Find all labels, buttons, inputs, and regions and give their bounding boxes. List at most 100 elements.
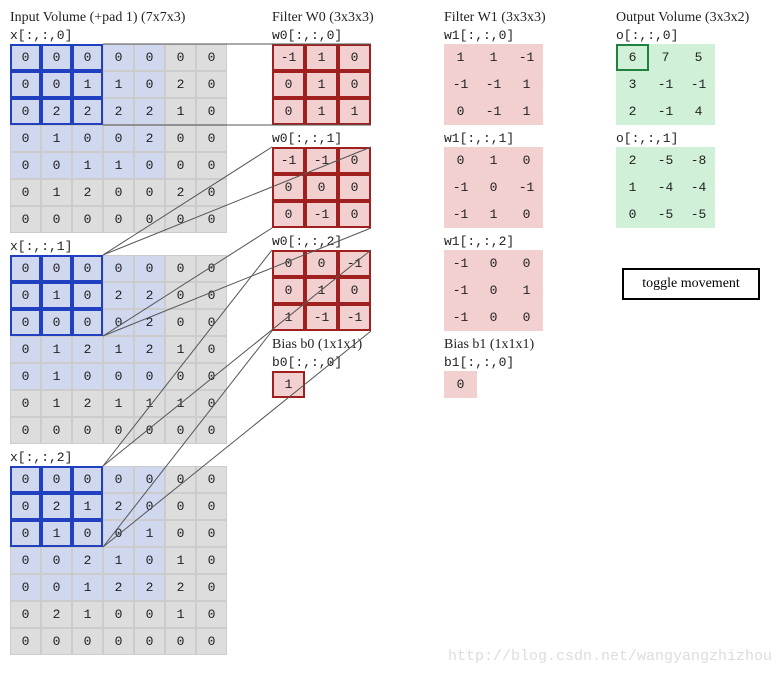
- filter-cell: -1: [649, 71, 682, 98]
- input-cell: 1: [103, 71, 134, 98]
- filter-cell: 0: [272, 277, 305, 304]
- input-cell: 0: [10, 255, 41, 282]
- input-cell: 2: [134, 98, 165, 125]
- input-cell: 0: [10, 309, 41, 336]
- input-cell: 0: [72, 255, 103, 282]
- input-cell: 0: [134, 71, 165, 98]
- input-cell: 2: [134, 574, 165, 601]
- filter-cell: 2: [616, 147, 649, 174]
- w1-s1-grid: 010-10-1-110: [444, 147, 594, 228]
- input-cell: 0: [10, 98, 41, 125]
- w1-heading: Filter W1 (3x3x3): [444, 10, 594, 26]
- input-cell: 2: [72, 547, 103, 574]
- w0-s1-grid: -1-100000-10: [272, 147, 422, 228]
- b0-label: b0[:,:,0]: [272, 355, 422, 370]
- input-cell: 0: [72, 363, 103, 390]
- filter-cell: 0: [510, 250, 543, 277]
- input-cell: 1: [165, 601, 196, 628]
- filter-cell: 0: [338, 201, 371, 228]
- input-cell: 1: [72, 601, 103, 628]
- bias0-cell: 1: [272, 371, 305, 398]
- input-cell: 0: [103, 179, 134, 206]
- input-cell: 2: [72, 98, 103, 125]
- filter-cell: -1: [444, 201, 477, 228]
- x0-label: x[:,:,0]: [10, 28, 250, 43]
- filter-cell: 3: [616, 71, 649, 98]
- input-cell: 1: [72, 574, 103, 601]
- input-cell: 0: [165, 363, 196, 390]
- filter-cell: -1: [444, 250, 477, 277]
- input-x0-grid: 0000000001102002222100100200001100001200…: [10, 44, 250, 233]
- input-cell: 0: [72, 309, 103, 336]
- input-cell: 2: [72, 179, 103, 206]
- input-cell: 2: [134, 282, 165, 309]
- input-cell: 0: [41, 309, 72, 336]
- w10-label: w1[:,:,0]: [444, 28, 594, 43]
- bias0-heading: Bias b0 (1x1x1): [272, 337, 422, 353]
- input-cell: 0: [103, 520, 134, 547]
- input-cell: 0: [10, 493, 41, 520]
- input-cell: 0: [41, 628, 72, 655]
- input-cell: 0: [134, 493, 165, 520]
- input-cell: 0: [41, 466, 72, 493]
- filter-cell: 1: [477, 44, 510, 71]
- filter-cell: -1: [305, 201, 338, 228]
- input-cell: 0: [10, 282, 41, 309]
- input-cell: 0: [103, 44, 134, 71]
- input-cell: 0: [10, 390, 41, 417]
- input-cell: 0: [196, 309, 227, 336]
- input-cell: 0: [41, 255, 72, 282]
- input-cell: 0: [196, 363, 227, 390]
- input-cell: 0: [41, 206, 72, 233]
- input-cell: 0: [72, 628, 103, 655]
- filter-cell: -1: [272, 147, 305, 174]
- filter-cell: -1: [338, 304, 371, 331]
- filter-cell: 0: [338, 44, 371, 71]
- filter-cell: 1: [305, 277, 338, 304]
- filter-cell: -1: [338, 250, 371, 277]
- out-o1-grid: 2-5-81-4-40-5-5: [616, 147, 766, 228]
- filter-cell: -1: [444, 304, 477, 331]
- input-cell: 2: [165, 179, 196, 206]
- input-cell: 1: [41, 125, 72, 152]
- bias1-heading: Bias b1 (1x1x1): [444, 337, 594, 353]
- filter-cell: -4: [649, 174, 682, 201]
- input-cell: 2: [103, 574, 134, 601]
- input-cell: 1: [72, 71, 103, 98]
- filter-cell: 1: [510, 98, 543, 125]
- w1-s2-grid: -100-101-100: [444, 250, 594, 331]
- input-cell: 0: [72, 417, 103, 444]
- filter-cell: 0: [477, 250, 510, 277]
- input-cell: 2: [165, 574, 196, 601]
- input-cell: 2: [103, 98, 134, 125]
- input-cell: 1: [41, 363, 72, 390]
- input-cell: 0: [134, 206, 165, 233]
- input-cell: 1: [103, 336, 134, 363]
- bias1-cell: 0: [444, 371, 477, 398]
- input-heading: Input Volume (+pad 1) (7x7x3): [10, 10, 250, 26]
- input-cell: 1: [165, 98, 196, 125]
- input-cell: 1: [41, 336, 72, 363]
- w12-label: w1[:,:,2]: [444, 234, 594, 249]
- input-cell: 0: [10, 574, 41, 601]
- o0-label: o[:,:,0]: [616, 28, 766, 43]
- filter-cell: 0: [272, 98, 305, 125]
- input-cell: 0: [196, 547, 227, 574]
- input-cell: 0: [41, 417, 72, 444]
- w01-label: w0[:,:,1]: [272, 131, 422, 146]
- input-cell: 2: [134, 125, 165, 152]
- toggle-movement-button[interactable]: toggle movement: [622, 268, 760, 300]
- filter-cell: 0: [477, 174, 510, 201]
- input-cell: 0: [196, 44, 227, 71]
- filter-cell: 0: [272, 71, 305, 98]
- input-cell: 1: [41, 282, 72, 309]
- input-cell: 0: [196, 601, 227, 628]
- input-cell: 0: [103, 206, 134, 233]
- filter-cell: -1: [305, 304, 338, 331]
- input-cell: 0: [103, 309, 134, 336]
- input-cell: 0: [165, 206, 196, 233]
- input-cell: 1: [165, 390, 196, 417]
- input-x1-grid: 0000000010220000002000121210010000001211…: [10, 255, 250, 444]
- input-cell: 0: [165, 417, 196, 444]
- input-cell: 0: [41, 152, 72, 179]
